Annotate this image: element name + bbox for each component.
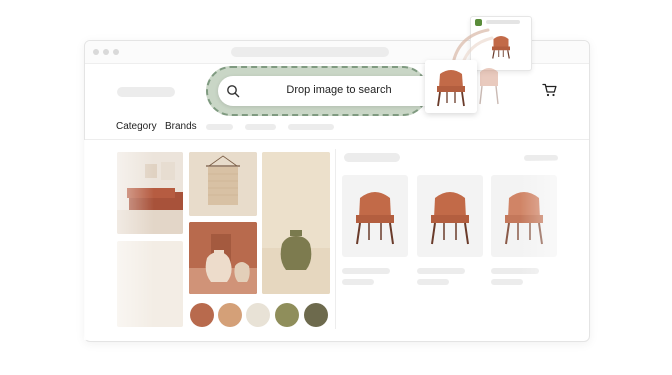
product-chair-image [431, 192, 469, 245]
results-title-placeholder [344, 153, 400, 162]
color-swatch[interactable] [246, 303, 270, 327]
nav-item-category[interactable]: Category [116, 121, 157, 132]
nav-item-brands[interactable]: Brands [165, 121, 197, 132]
nav-item-placeholder[interactable] [288, 124, 334, 130]
column-divider [335, 149, 336, 329]
window-control-minimize[interactable] [103, 49, 109, 55]
color-swatch[interactable] [304, 303, 328, 327]
product-title-placeholder [342, 268, 390, 274]
window-control-zoom[interactable] [113, 49, 119, 55]
product-price-placeholder [417, 279, 449, 285]
green-vase-tile[interactable] [262, 152, 330, 294]
header-divider [85, 139, 589, 140]
vase-still-life-image [189, 222, 257, 294]
product-chair-image [356, 192, 394, 245]
store-logo-placeholder[interactable] [117, 87, 175, 97]
product-price-placeholder [342, 279, 374, 285]
edge-fade [84, 140, 154, 340]
window-control-close[interactable] [93, 49, 99, 55]
color-swatch[interactable] [190, 303, 214, 327]
wall-hanging-tile[interactable] [189, 152, 257, 216]
color-swatch[interactable] [218, 303, 242, 327]
edge-fade [520, 160, 588, 300]
nav-item-placeholder[interactable] [206, 124, 233, 130]
green-vase-image [262, 152, 330, 294]
address-bar[interactable] [231, 47, 389, 57]
wall-hanging-image [189, 152, 257, 216]
cart-icon[interactable] [542, 83, 558, 97]
product-title-placeholder [417, 268, 465, 274]
search-drop-label: Drop image to search [286, 84, 392, 96]
nav-item-placeholder[interactable] [245, 124, 276, 130]
search-icon [227, 85, 240, 98]
color-swatch[interactable] [275, 303, 299, 327]
dragged-chair-image [437, 70, 465, 107]
product-price-placeholder [491, 279, 523, 285]
terracotta-vase-tile[interactable] [189, 222, 257, 294]
ghost-chair-image [479, 68, 499, 105]
